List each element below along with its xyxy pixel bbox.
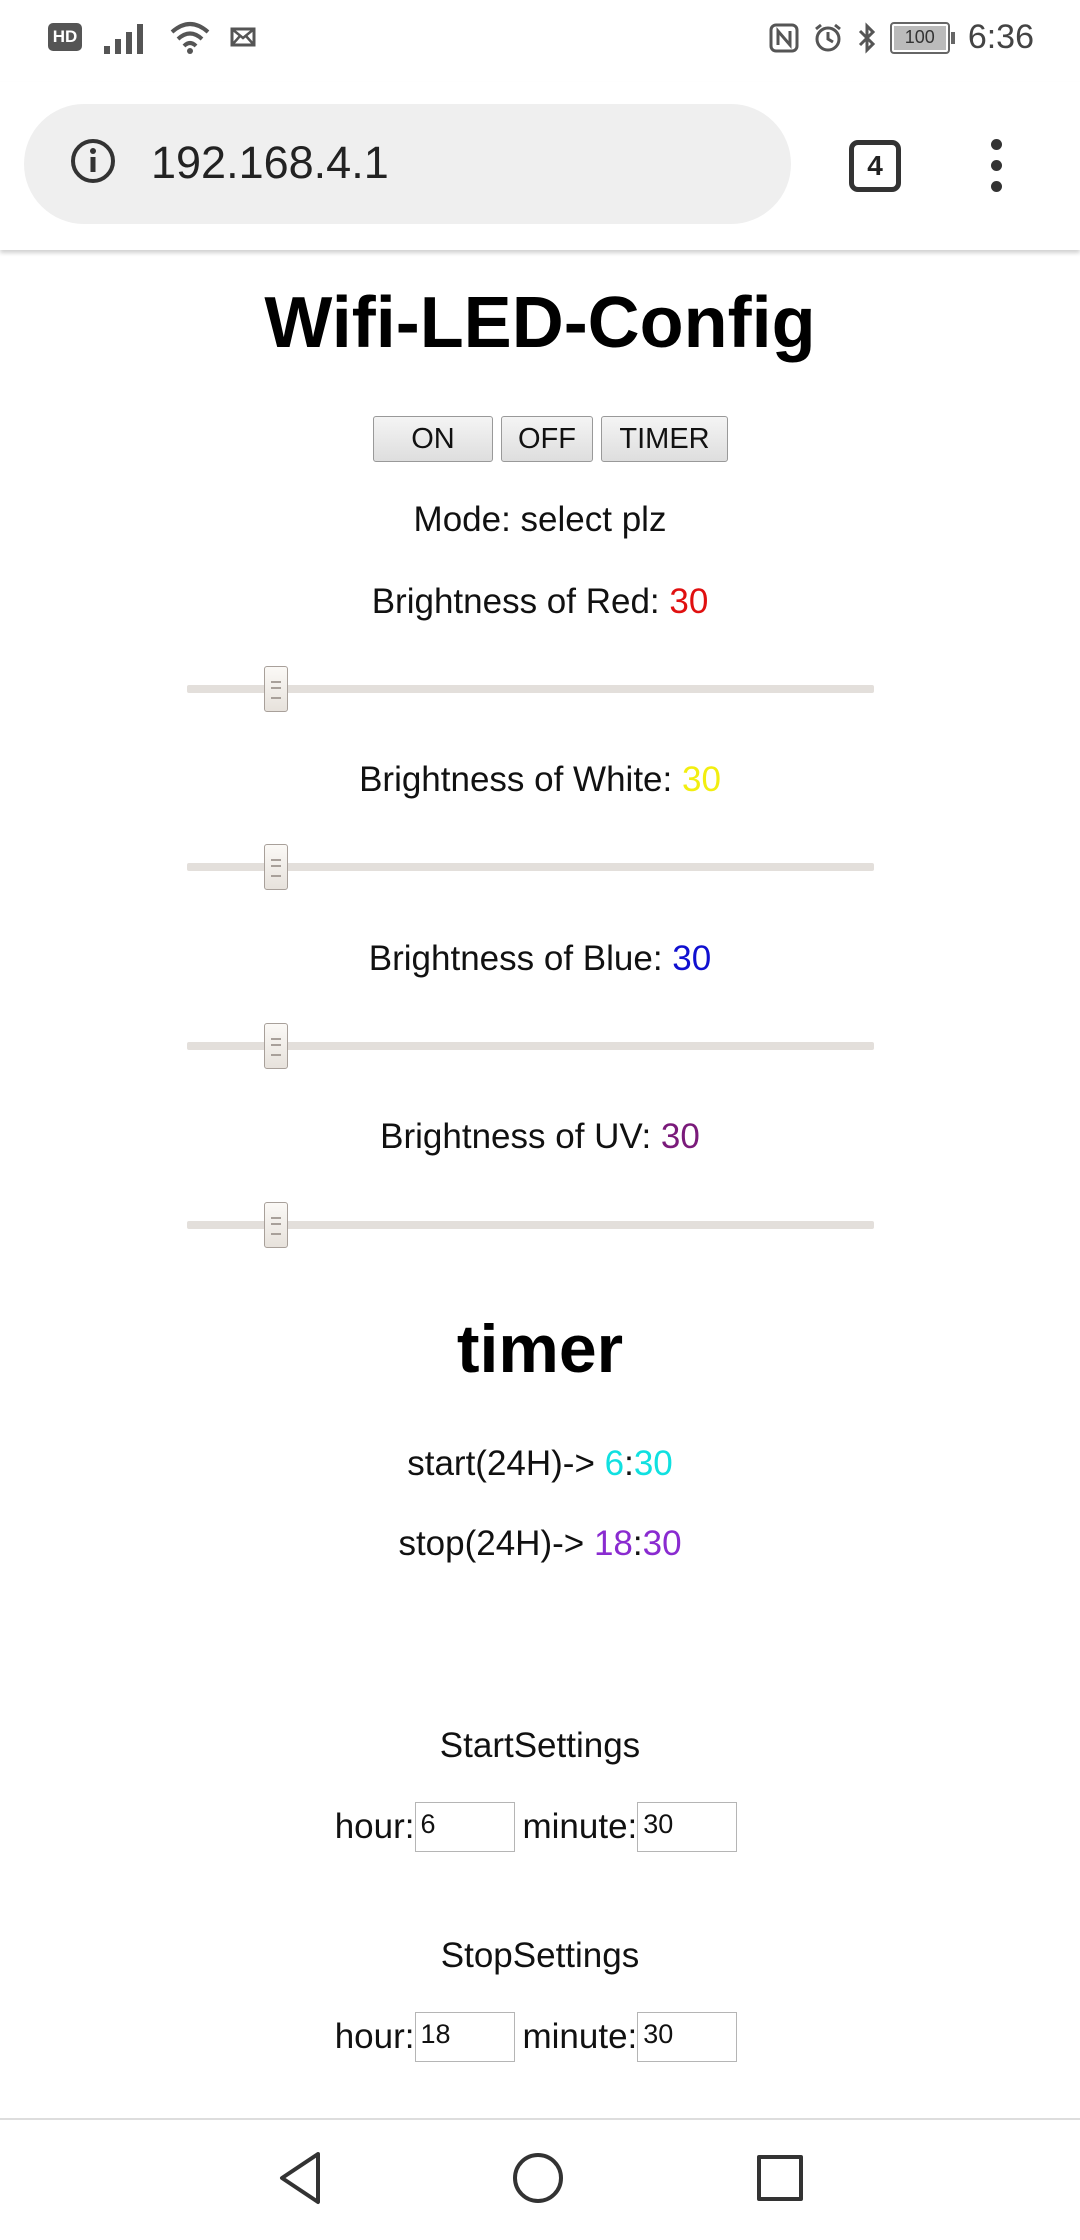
message-icon <box>230 27 256 47</box>
navigation-bar <box>0 2118 1080 2240</box>
white-brightness-slider[interactable] <box>187 844 874 892</box>
stop-hour-input[interactable]: 18 <box>414 2012 515 2062</box>
start-label: start(24H)-> <box>407 1444 605 1483</box>
on-button[interactable]: ON <box>373 416 493 462</box>
slider-thumb[interactable] <box>264 666 289 712</box>
start-hour-label: hour: <box>334 1807 415 1846</box>
recent-apps-icon[interactable] <box>757 2155 803 2201</box>
uv-brightness-slider[interactable] <box>187 1202 874 1250</box>
start-separator: : <box>624 1444 634 1483</box>
off-button[interactable]: OFF <box>501 416 593 462</box>
browser-toolbar: 192.168.4.1 4 <box>0 82 1080 250</box>
slider-thumb[interactable] <box>264 1202 289 1248</box>
status-right: 100 6:36 <box>768 18 1034 57</box>
stop-label: stop(24H)-> <box>398 1524 594 1563</box>
slider-track[interactable] <box>187 1042 874 1050</box>
stop-settings-title: StopSettings <box>440 1936 640 1975</box>
start-minute-label: minute: <box>522 1807 638 1846</box>
red-brightness-label: Brightness of Red: 30 <box>0 582 1080 622</box>
start-settings-row: hour: 6 minute: 30 <box>0 1802 1080 1852</box>
stop-minute-input[interactable]: 30 <box>637 2012 738 2062</box>
mode-text: Mode: select plz <box>413 500 667 539</box>
status-bar: HD 100 6:36 <box>0 0 1080 82</box>
home-icon[interactable] <box>513 2153 563 2203</box>
stop-hour: 18 <box>593 1524 633 1563</box>
stop-time-display: stop(24H)-> 18:30 <box>0 1524 1080 1564</box>
stop-settings-row: hour: 18 minute: 30 <box>0 2012 1080 2062</box>
overflow-menu-icon[interactable] <box>986 139 1006 195</box>
clock: 6:36 <box>967 18 1034 56</box>
hd-icon: HD <box>48 23 82 51</box>
slider-track[interactable] <box>187 1221 874 1229</box>
stop-minute-label: minute: <box>522 2017 638 2056</box>
uv-label-text: Brightness of UV: <box>380 1117 661 1156</box>
blue-value: 30 <box>672 939 712 978</box>
wifi-icon <box>170 22 210 54</box>
signal-icon <box>104 24 143 54</box>
stop-minute: 30 <box>642 1524 682 1563</box>
start-minute-input[interactable]: 30 <box>637 1802 738 1852</box>
start-time-display: start(24H)-> 6:30 <box>0 1444 1080 1484</box>
uv-value: 30 <box>660 1117 700 1156</box>
start-hour-input[interactable]: 6 <box>414 1802 515 1852</box>
tab-switcher-button[interactable]: 4 <box>849 140 901 192</box>
stop-hour-label: hour: <box>334 2017 415 2056</box>
blue-brightness-label: Brightness of Blue: 30 <box>0 939 1080 979</box>
timer-heading: timer <box>456 1311 624 1387</box>
red-brightness-slider[interactable] <box>187 666 874 714</box>
mode-buttons: ON OFF TIMER <box>373 416 728 462</box>
info-icon[interactable] <box>70 138 116 184</box>
battery-icon: 100 <box>889 21 955 54</box>
bluetooth-icon <box>858 21 875 54</box>
red-value: 30 <box>669 582 709 621</box>
white-label-text: Brightness of White: <box>359 760 682 799</box>
back-icon[interactable] <box>276 2150 324 2206</box>
white-brightness-label: Brightness of White: 30 <box>0 760 1080 800</box>
nfc-icon <box>769 23 799 52</box>
blue-brightness-slider[interactable] <box>187 1023 874 1071</box>
stop-separator: : <box>632 1524 643 1563</box>
start-minute: 30 <box>633 1444 673 1483</box>
start-hour: 6 <box>604 1444 625 1483</box>
slider-track[interactable] <box>187 685 874 693</box>
timer-button[interactable]: TIMER <box>601 416 728 462</box>
slider-thumb[interactable] <box>264 1023 289 1069</box>
slider-track[interactable] <box>187 863 874 871</box>
start-settings-title: StartSettings <box>439 1726 641 1765</box>
address-bar[interactable]: 192.168.4.1 <box>24 104 791 224</box>
alarm-icon <box>814 23 841 51</box>
red-label-text: Brightness of Red: <box>371 582 670 621</box>
url-text[interactable]: 192.168.4.1 <box>151 138 389 188</box>
slider-thumb[interactable] <box>264 844 289 890</box>
page-title: Wifi-LED-Config <box>264 283 816 363</box>
blue-label-text: Brightness of Blue: <box>368 939 673 978</box>
uv-brightness-label: Brightness of UV: 30 <box>0 1117 1080 1157</box>
page-content: Wifi-LED-Config ON OFF TIMER Mode: selec… <box>0 252 1080 2118</box>
status-left: HD <box>48 20 256 54</box>
battery-level: 100 <box>904 27 935 47</box>
white-value: 30 <box>681 760 721 799</box>
